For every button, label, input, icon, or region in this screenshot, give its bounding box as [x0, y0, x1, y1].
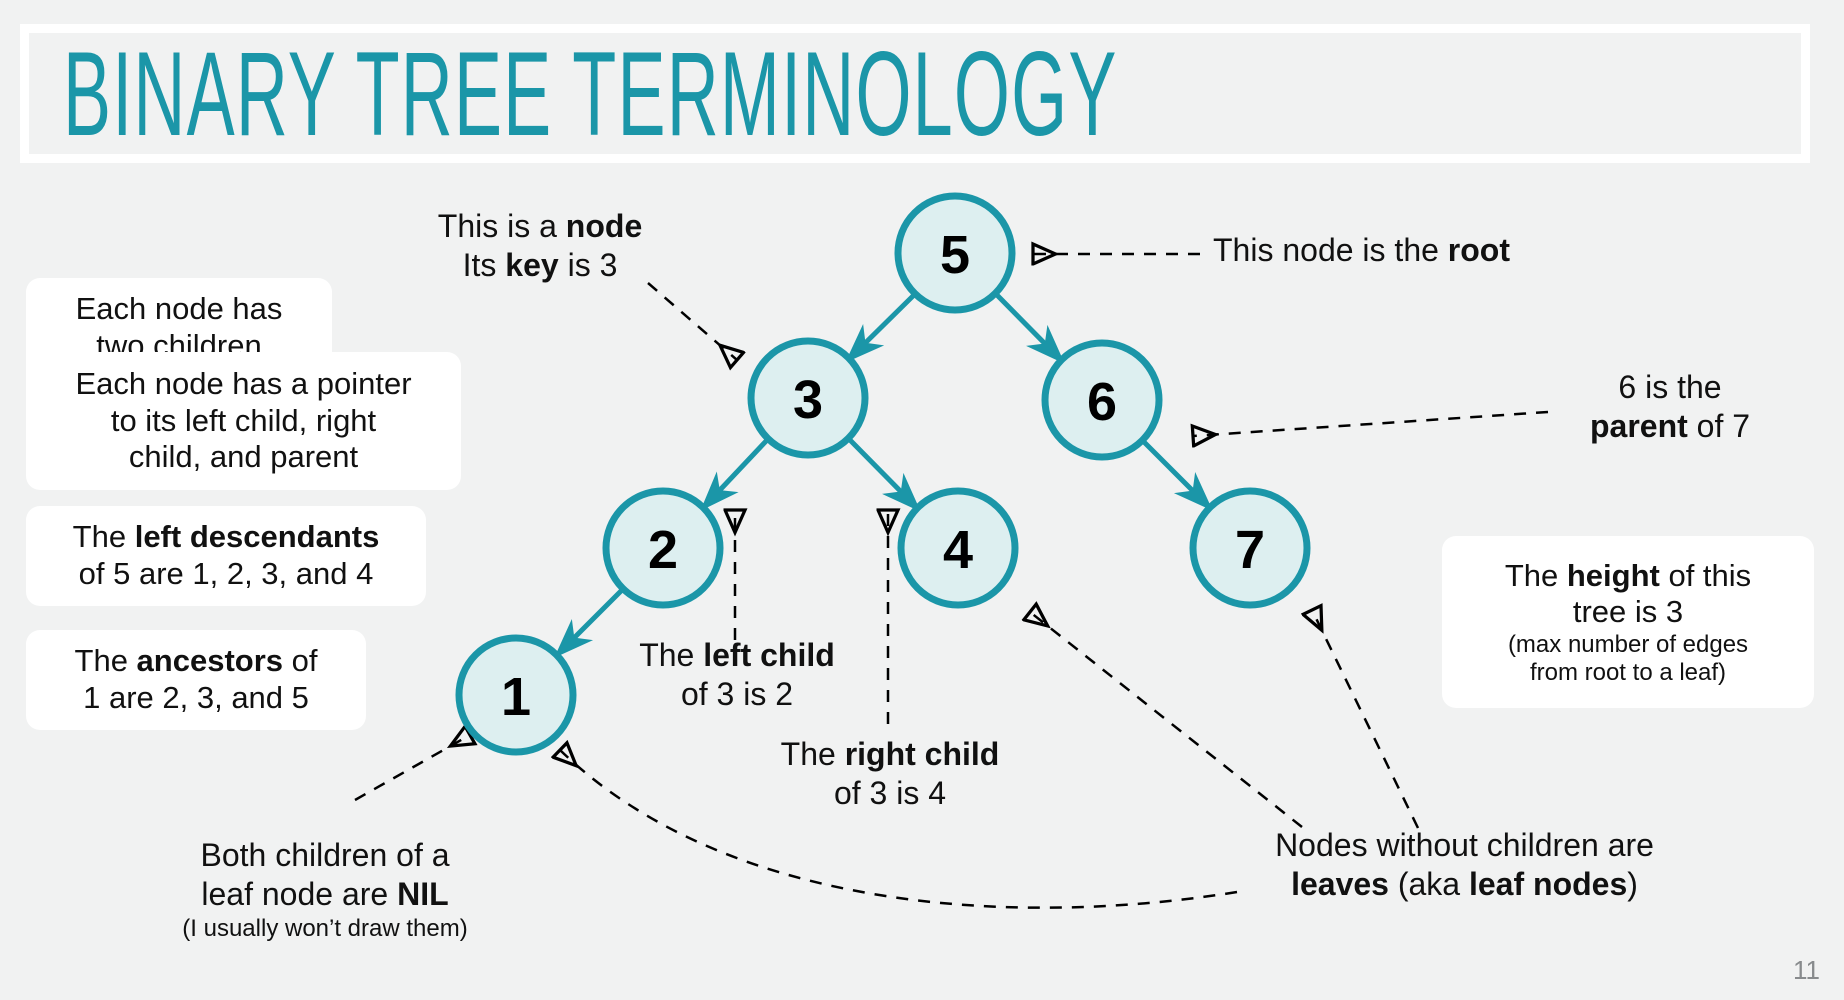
- annotation-leaves: Nodes without children are leaves (aka l…: [1237, 826, 1692, 904]
- tree-node-1-circle[interactable]: [455, 634, 577, 756]
- tree-edge-3-4: [847, 437, 921, 512]
- tree-node-6-label: 6: [1087, 372, 1117, 432]
- tree-node-3-label: 3: [793, 370, 823, 430]
- annotation-leaves-line2: leaves (aka leaf nodes): [1237, 865, 1692, 904]
- tree-edge-6-7: [1141, 439, 1213, 511]
- callout-height-suffix: of this: [1659, 557, 1752, 593]
- callout-height-sub1: (max number of edges: [1507, 630, 1749, 658]
- callout-pointers: Each node has a pointer to its left chil…: [26, 352, 461, 490]
- tree-node-5-label: 5: [940, 225, 970, 285]
- pointer-node-key: [647, 282, 737, 360]
- tree-edge-5-6: [994, 292, 1065, 364]
- annotation-leaves-aka: (aka: [1388, 866, 1469, 903]
- annotation-left-child-line2: of 3 is 2: [680, 676, 794, 713]
- annotation-root-prefix: This node is the: [1213, 232, 1448, 268]
- callout-pointers-line2: to its left child, right: [110, 402, 377, 438]
- annotation-left-child-line1: The left child: [612, 636, 862, 675]
- annotation-right-child-line1: The right child: [755, 735, 1025, 774]
- callout-pointers-line1: Each node has a pointer: [75, 366, 412, 402]
- tree-node-7[interactable]: 7: [1189, 487, 1311, 609]
- title-frame: BINARY TREE TERMINOLOGY: [20, 24, 1810, 163]
- annotation-parent-line1: 6 is the: [1618, 369, 1722, 405]
- annotation-parent: 6 is the parent of 7: [1545, 368, 1795, 446]
- slide-canvas: BINARY TREE TERMINOLOGY 5 3 6 2 4 7 1 Ea…: [0, 0, 1844, 1000]
- callout-ancestors-term: ancestors: [136, 643, 284, 679]
- tree-node-4-circle[interactable]: [897, 487, 1019, 609]
- annotation-root-term: root: [1447, 232, 1510, 268]
- annotation-nil-term: NIL: [397, 876, 449, 913]
- tree-node-1-label: 1: [501, 667, 531, 727]
- tree-node-5-circle[interactable]: [894, 192, 1016, 314]
- annotation-left-child-term: left child: [703, 637, 835, 673]
- tree-node-2-label: 2: [648, 520, 678, 580]
- callout-pointers-line3: child, and parent: [128, 439, 359, 475]
- annotation-key-term: key: [505, 247, 559, 284]
- annotation-nil-sub: (I usually won’t draw them): [182, 915, 468, 943]
- annotation-right-child-term: right child: [844, 736, 1000, 772]
- tree-edge-3-2: [700, 437, 770, 511]
- annotation-key-suffix: is 3: [558, 247, 618, 284]
- tree-node-6-circle[interactable]: [1041, 339, 1163, 461]
- callout-height-prefix: The: [1504, 557, 1567, 593]
- pointer-leaves-to-4: [1030, 612, 1303, 828]
- callout-height-term: height: [1566, 557, 1660, 593]
- annotation-left-child: The left child of 3 is 2: [612, 636, 862, 714]
- callout-ancestors-line1: The ancestors of: [75, 643, 318, 680]
- callout-left-descendants-term: left descendants: [134, 519, 380, 555]
- annotation-node-key-line2: Its key is 3: [420, 246, 660, 285]
- annotation-key-prefix: Its: [462, 247, 506, 284]
- annotation-node-key-term: node: [565, 208, 643, 244]
- annotation-right-child-line2: of 3 is 4: [833, 775, 947, 812]
- callout-left-descendants-line1: The left descendants: [73, 519, 380, 556]
- callout-ancestors: The ancestors of 1 are 2, 3, and 5: [26, 630, 366, 730]
- annotation-nil-prefix: leaf node are: [201, 876, 398, 913]
- callout-ancestors-suffix: of: [283, 643, 318, 679]
- tree-node-5[interactable]: 5: [894, 192, 1016, 314]
- tree-edges: [554, 292, 1213, 658]
- tree-node-7-circle[interactable]: [1189, 487, 1311, 609]
- annotation-node-key-line1: This is a node: [420, 207, 660, 246]
- pointer-leaves-to-7: [1312, 610, 1420, 829]
- callout-height: The height of this tree is 3 (max number…: [1442, 536, 1814, 708]
- pointer-nil-to-1: [354, 735, 470, 802]
- callout-ancestors-prefix: The: [74, 643, 137, 679]
- tree-edge-5-3: [845, 292, 917, 363]
- annotation-leaf-nodes-term: leaf nodes: [1468, 866, 1628, 903]
- callout-height-sub2: from root to a leaf): [1529, 658, 1727, 686]
- tree-node-3-circle[interactable]: [747, 337, 869, 459]
- annotation-parent-line2: parent of 7: [1545, 407, 1795, 446]
- callout-left-descendants: The left descendants of 5 are 1, 2, 3, a…: [26, 506, 426, 606]
- annotation-right-child: The right child of 3 is 4: [755, 735, 1025, 813]
- tree-node-6[interactable]: 6: [1041, 339, 1163, 461]
- page-title: BINARY TREE TERMINOLOGY: [63, 26, 1118, 161]
- annotation-leaves-close: ): [1627, 866, 1638, 903]
- page-number: 11: [1793, 955, 1820, 985]
- annotation-left-child-prefix: The: [639, 637, 704, 673]
- tree-node-4-label: 4: [943, 520, 973, 580]
- tree-node-2[interactable]: 2: [602, 487, 724, 609]
- annotation-nil: Both children of a leaf node are NIL (I …: [150, 836, 500, 943]
- callout-height-line2: tree is 3: [1572, 594, 1684, 630]
- annotation-root: This node is the root: [1213, 231, 1510, 270]
- tree-node-3[interactable]: 3: [747, 337, 869, 459]
- annotation-leaves-line1: Nodes without children are: [1275, 827, 1654, 863]
- pointer-parent: [1193, 410, 1549, 436]
- tree-node-2-circle[interactable]: [602, 487, 724, 609]
- annotation-nil-line2: leaf node are NIL: [150, 875, 500, 914]
- annotation-leaves-term: leaves: [1291, 866, 1389, 903]
- annotation-node-key-prefix: This is a: [437, 208, 566, 244]
- callout-height-line1: The height of this: [1505, 558, 1751, 595]
- annotation-nil-line1: Both children of a: [200, 837, 450, 873]
- annotation-node-key: This is a node Its key is 3: [420, 207, 660, 285]
- tree-node-1[interactable]: 1: [455, 634, 577, 756]
- annotation-right-child-prefix: The: [780, 736, 845, 772]
- callout-left-descendants-prefix: The: [72, 519, 135, 555]
- tree-node-4[interactable]: 4: [897, 487, 1019, 609]
- annotation-parent-term: parent: [1589, 408, 1688, 445]
- callout-two-children-line1: Each node has: [75, 290, 283, 326]
- tree-node-7-label: 7: [1235, 520, 1265, 580]
- callout-left-descendants-line2: of 5 are 1, 2, 3, and 4: [78, 556, 374, 591]
- callout-ancestors-line2: 1 are 2, 3, and 5: [83, 680, 309, 715]
- annotation-parent-suffix: of 7: [1687, 408, 1751, 445]
